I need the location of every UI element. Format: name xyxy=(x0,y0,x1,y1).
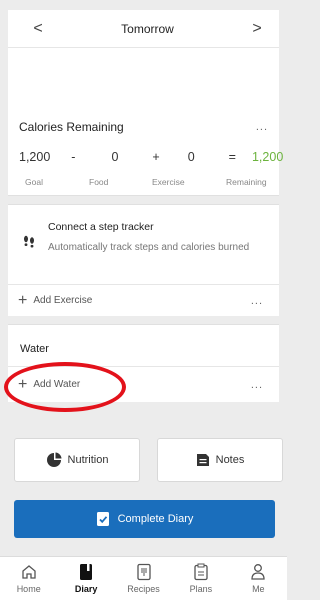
tab-home[interactable]: Home xyxy=(0,557,57,600)
plans-icon xyxy=(193,562,209,582)
calories-title: Calories Remaining xyxy=(19,120,124,134)
food-value: 0 xyxy=(111,150,119,164)
water-title: Water xyxy=(20,343,49,355)
date-title: Tomorrow xyxy=(121,21,174,36)
step-tracker-card[interactable]: Connect a step tracker Automatically tra… xyxy=(8,204,279,284)
step-tracker-title: Connect a step tracker xyxy=(48,221,154,233)
water-section: Water xyxy=(8,324,279,366)
highlight-circle xyxy=(4,362,126,412)
pie-chart-icon xyxy=(46,452,62,468)
step-tracker-description: Automatically track steps and calories b… xyxy=(48,242,250,253)
diary-icon xyxy=(78,562,94,582)
notes-button[interactable]: Notes xyxy=(157,438,283,482)
exercise-more-button[interactable]: ... xyxy=(251,295,263,307)
calories-equation: 1,200 - 0 + 0 = 1,200 xyxy=(19,150,283,164)
date-header: < Tomorrow > xyxy=(8,10,279,48)
goal-label: Goal xyxy=(25,177,43,187)
goal-value: 1,200 xyxy=(19,150,51,164)
complete-diary-button[interactable]: Complete Diary xyxy=(14,500,275,538)
plus-sign: + xyxy=(152,150,160,164)
tab-me-label: Me xyxy=(252,584,265,594)
nutrition-button[interactable]: Nutrition xyxy=(14,438,140,482)
water-more-button[interactable]: ... xyxy=(251,379,263,391)
calories-header: Calories Remaining ... xyxy=(19,120,268,134)
tab-plans[interactable]: Plans xyxy=(172,557,229,600)
tab-diary[interactable]: Diary xyxy=(57,557,114,600)
notes-icon xyxy=(196,453,210,467)
add-exercise-label: Add Exercise xyxy=(33,295,93,306)
notes-label: Notes xyxy=(215,454,245,466)
next-day-button[interactable]: > xyxy=(247,20,267,38)
person-icon xyxy=(250,562,266,582)
food-label: Food xyxy=(89,177,109,187)
tab-home-label: Home xyxy=(16,584,41,594)
plus-icon: + xyxy=(18,291,28,309)
nutrition-label: Nutrition xyxy=(67,454,109,466)
tab-recipes[interactable]: Recipes xyxy=(115,557,172,600)
tab-me[interactable]: Me xyxy=(230,557,287,600)
calories-more-button[interactable]: ... xyxy=(256,121,268,133)
tab-diary-label: Diary xyxy=(74,584,98,594)
tab-plans-label: Plans xyxy=(189,584,213,594)
complete-diary-label: Complete Diary xyxy=(117,513,194,525)
exercise-value: 0 xyxy=(187,150,195,164)
remaining-value: 1,200 xyxy=(251,150,284,164)
bottom-tab-bar: Home Diary Recipes Plans Me xyxy=(0,556,287,600)
home-icon xyxy=(20,562,38,582)
tab-recipes-label: Recipes xyxy=(127,584,160,594)
exercise-label: Exercise xyxy=(152,177,185,187)
equals-sign: = xyxy=(228,150,236,164)
minus-sign: - xyxy=(71,150,76,164)
remaining-label: Remaining xyxy=(226,177,267,187)
footprints-icon xyxy=(22,235,36,249)
recipes-icon xyxy=(136,562,152,582)
prev-day-button[interactable]: < xyxy=(28,20,48,38)
add-exercise-row[interactable]: + Add Exercise ... xyxy=(8,284,279,316)
diary-check-icon xyxy=(96,511,110,527)
